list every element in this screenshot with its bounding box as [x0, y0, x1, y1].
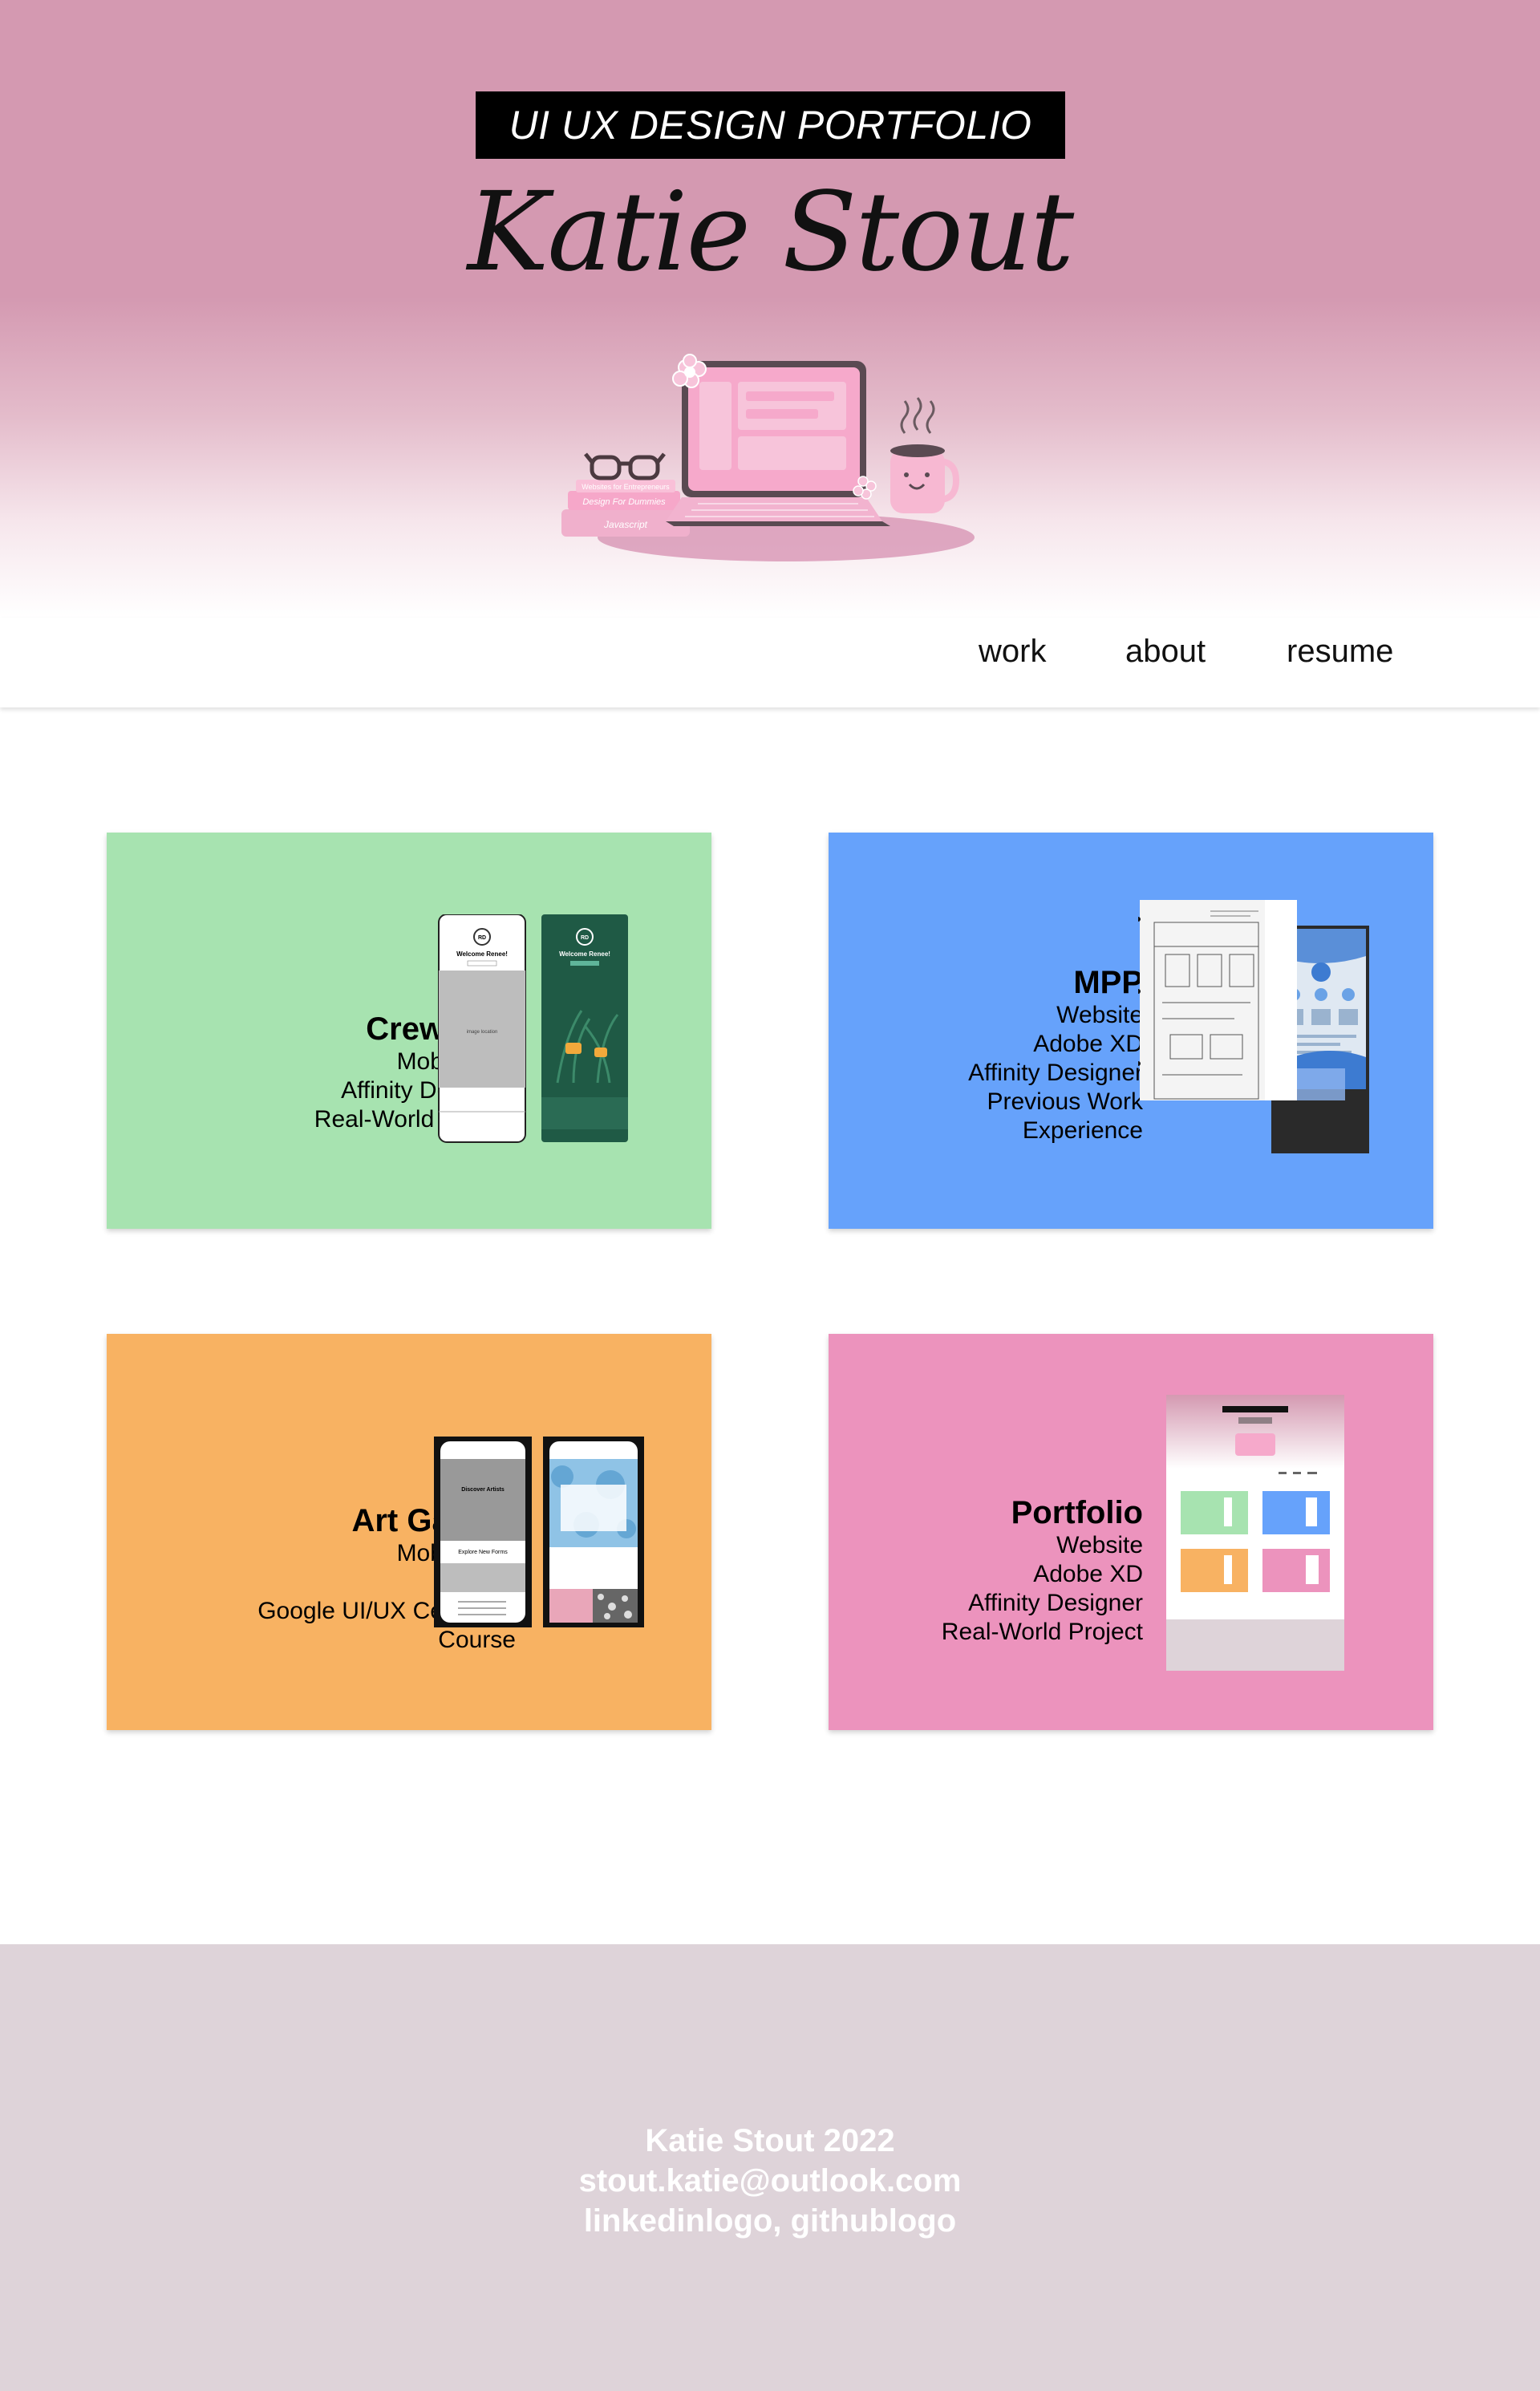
- nav-link-about[interactable]: about: [1125, 634, 1206, 670]
- nav-link-resume[interactable]: resume: [1287, 634, 1393, 670]
- art-gallery-app-mockup: Discover Artists Explore New Forms: [434, 1437, 644, 1627]
- top-navigation: work about resume: [0, 618, 1540, 707]
- project-type: Website: [1056, 1532, 1143, 1558]
- project-title: MPP: [1073, 965, 1143, 1000]
- project-type: Website: [1056, 1002, 1143, 1028]
- footer-email-link[interactable]: stout.katie@outlook.com: [0, 2161, 1540, 2201]
- project-tool-secondary: Affinity Designer: [968, 1590, 1143, 1616]
- project-tool: Adobe XD: [1033, 1561, 1143, 1587]
- project-card-text: Portfolio Website Adobe XD Affinity Desi…: [942, 1494, 1143, 1647]
- portfolio-website-mockup: [1166, 1395, 1344, 1671]
- glasses-icon: [584, 452, 666, 480]
- svg-text:RD: RD: [478, 935, 486, 941]
- book-title-design: Design For Dummies: [582, 497, 666, 507]
- laptop-icon: [666, 361, 890, 526]
- crewcuts-welcome-text-dark: Welcome Renee!: [559, 950, 610, 958]
- footer-social-links[interactable]: linkedinlogo, githublogo: [0, 2201, 1540, 2241]
- desk-illustration: Javascript Design For Dummies Websites f…: [561, 354, 975, 561]
- mpp-website-mockup: [1138, 900, 1369, 1153]
- project-card-art-gallery[interactable]: Art Gallery Mobile App Figma Google UI/U…: [107, 1334, 711, 1730]
- crewcuts-app-mockup: RD Welcome Renee! image location RD Welc…: [438, 914, 628, 1143]
- project-context-cont: Course: [438, 1627, 516, 1653]
- crewcuts-image-label: image location: [467, 1030, 498, 1035]
- art-gallery-explore-text: Explore New Forms: [458, 1550, 508, 1555]
- coffee-mug-icon: [890, 397, 960, 513]
- nav-link-work[interactable]: work: [979, 634, 1046, 670]
- art-gallery-discover-text: Discover Artists: [461, 1487, 505, 1493]
- page-footer: Katie Stout 2022 stout.katie@outlook.com…: [0, 1944, 1540, 2391]
- portfolio-tagline: UI UX DESIGN PORTFOLIO: [476, 91, 1065, 159]
- project-title: Portfolio: [1011, 1495, 1143, 1530]
- project-card-crewcuts[interactable]: CrewCuts Mobile App Affinity Designer Re…: [107, 833, 711, 1229]
- footer-copyright: Katie Stout 2022: [645, 2123, 895, 2158]
- hero-banner: UI UX DESIGN PORTFOLIO Katie Stout Javas…: [0, 0, 1540, 618]
- designer-name: Katie Stout: [467, 169, 1075, 296]
- svg-text:RD: RD: [581, 935, 589, 941]
- project-card-portfolio[interactable]: Portfolio Website Adobe XD Affinity Desi…: [829, 1334, 1433, 1730]
- project-context: Previous Work: [987, 1088, 1143, 1115]
- book-title-javascript: Javascript: [603, 519, 648, 530]
- crewcuts-welcome-text: Welcome Renee!: [456, 950, 508, 958]
- project-card-text: MPP Website Adobe XD Affinity Designer P…: [968, 964, 1143, 1145]
- book-title-websites: Websites for Entrepreneurs: [582, 483, 670, 491]
- project-context-cont: Experience: [1022, 1117, 1143, 1144]
- project-context: Real-World Project: [941, 1619, 1143, 1645]
- project-tool-secondary: Affinity Designer: [968, 1060, 1143, 1086]
- project-tool: Adobe XD: [1033, 1031, 1143, 1057]
- project-card-mpp[interactable]: MPP Website Adobe XD Affinity Designer P…: [829, 833, 1433, 1229]
